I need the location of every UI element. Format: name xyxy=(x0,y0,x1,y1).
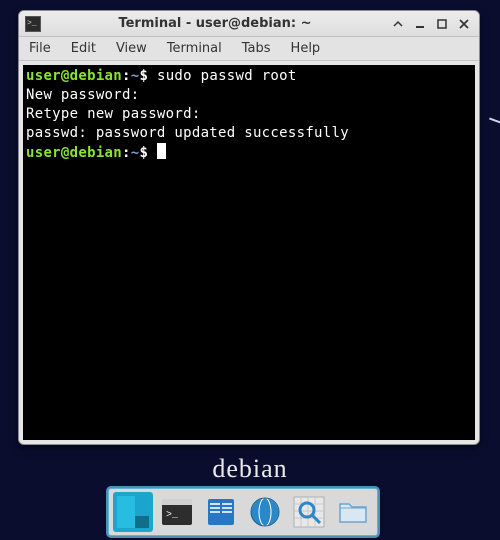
wallpaper-decoration xyxy=(479,117,500,152)
maximize-button[interactable] xyxy=(433,16,451,32)
menu-help[interactable]: Help xyxy=(281,37,331,60)
terminal-launcher[interactable]: >_ xyxy=(157,492,197,532)
menubar: FileEditViewTerminalTabsHelp xyxy=(19,37,479,61)
file-manager-launcher[interactable] xyxy=(201,492,241,532)
folder-launcher[interactable] xyxy=(333,492,373,532)
window-controls xyxy=(389,16,473,32)
terminal-icon: >_ xyxy=(25,16,41,32)
minimize-button[interactable] xyxy=(411,16,429,32)
terminal-output[interactable]: user@debian:~$ sudo passwd root New pass… xyxy=(23,65,475,440)
menu-file[interactable]: File xyxy=(19,37,61,60)
show-desktop[interactable] xyxy=(113,492,153,532)
desktop-brand: debian xyxy=(0,454,500,484)
web-browser-launcher[interactable] xyxy=(245,492,285,532)
menu-tabs[interactable]: Tabs xyxy=(232,37,281,60)
window-title: Terminal - user@debian: ~ xyxy=(47,16,383,31)
taskbar-panel: >_ xyxy=(108,488,378,536)
terminal-window: >_ Terminal - user@debian: ~ FileEditVie… xyxy=(18,10,480,445)
menu-terminal[interactable]: Terminal xyxy=(157,37,232,60)
svg-text:>_: >_ xyxy=(166,510,179,521)
shade-button[interactable] xyxy=(389,16,407,32)
terminal-body-wrap: user@debian:~$ sudo passwd root New pass… xyxy=(19,61,479,444)
search-launcher[interactable] xyxy=(289,492,329,532)
menu-view[interactable]: View xyxy=(106,37,157,60)
close-button[interactable] xyxy=(455,16,473,32)
window-titlebar[interactable]: >_ Terminal - user@debian: ~ xyxy=(19,11,479,37)
menu-edit[interactable]: Edit xyxy=(61,37,106,60)
terminal-cursor xyxy=(157,143,166,159)
